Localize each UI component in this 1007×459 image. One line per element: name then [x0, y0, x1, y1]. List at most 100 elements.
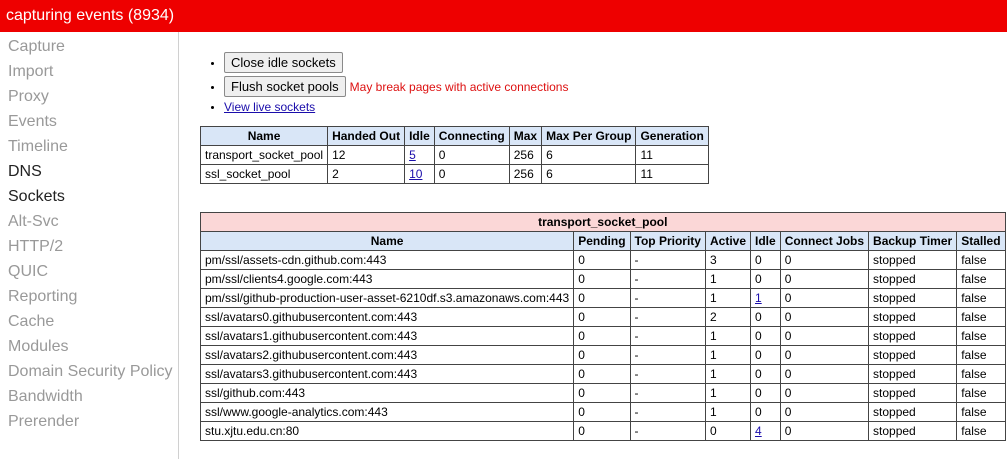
- sidebar-item-sockets[interactable]: Sockets: [0, 184, 178, 209]
- table-cell: ssl/avatars1.githubusercontent.com:443: [199, 326, 575, 346]
- table-cell: stopped: [868, 364, 958, 384]
- table-cell: stopped: [868, 307, 958, 327]
- table-cell: -: [629, 269, 706, 289]
- table-row: ssl/avatars3.githubusercontent.com:443 0-…: [199, 364, 1006, 384]
- table-row: pm/ssl/clients4.google.com:443 0-1 0 0 stopp…: [199, 269, 1006, 289]
- sidebar-item-prerender[interactable]: Prerender: [0, 409, 178, 434]
- table-cell: false: [956, 383, 1006, 403]
- table-row: transport_socket_pool 12 5 0 256 6 11: [199, 145, 709, 165]
- sidebar-item-events[interactable]: Events: [0, 109, 178, 134]
- table-cell: 12: [327, 145, 406, 165]
- table-cell: -: [629, 250, 706, 270]
- table-cell: 0: [750, 345, 781, 365]
- column-header: Stalled: [956, 231, 1006, 251]
- table-cell: 0: [779, 421, 870, 441]
- table-cell: 0: [573, 402, 631, 422]
- table-cell: 0: [573, 250, 631, 270]
- column-header: Max: [508, 126, 543, 146]
- table-cell: 0: [433, 164, 510, 184]
- table-row: ssl/avatars1.githubusercontent.com:443 0-…: [199, 326, 1006, 346]
- table-cell: ssl/avatars3.githubusercontent.com:443: [199, 364, 575, 384]
- table-cell: ssl_socket_pool: [199, 164, 329, 184]
- column-header: Connecting: [433, 126, 510, 146]
- table-cell: false: [956, 269, 1006, 289]
- idle-sockets-link[interactable]: 10: [409, 167, 422, 181]
- sidebar-item-import[interactable]: Import: [0, 59, 178, 84]
- table-row: ssl/github.com:443 0-1 0 0 stopped false: [199, 383, 1006, 403]
- column-header: Handed Out: [327, 126, 406, 146]
- sidebar-tabs: Capture Import Proxy Events Timeline DNS Socke…: [0, 32, 178, 434]
- sidebar-item-dns[interactable]: DNS: [0, 159, 178, 184]
- table-cell: stopped: [868, 250, 958, 270]
- table-cell: pm/ssl/clients4.google.com:443: [199, 269, 575, 289]
- table-cell: -: [629, 364, 706, 384]
- list-item: Close idle sockets: [224, 52, 568, 73]
- sidebar-item-domain-security-policy[interactable]: Domain Security Policy: [0, 359, 178, 384]
- table-cell: 6: [541, 145, 637, 165]
- sidebar: Capture Import Proxy Events Timeline DNS Socke…: [0, 32, 179, 459]
- close-idle-sockets-button[interactable]: Close idle sockets: [224, 52, 343, 73]
- table-cell: 3: [704, 250, 752, 270]
- actions-list: Close idle sockets Flush socket poolsMay…: [224, 52, 568, 117]
- sidebar-item-quic[interactable]: QUIC: [0, 259, 178, 284]
- table-row: ssl/www.google-analytics.com:443 0-1 0 0 sto…: [199, 402, 1006, 422]
- table-cell: -: [629, 421, 706, 441]
- sidebar-item-http-2[interactable]: HTTP/2: [0, 234, 178, 259]
- table-cell: stu.xjtu.edu.cn:80: [199, 421, 575, 441]
- sidebar-item-alt-svc[interactable]: Alt-Svc: [0, 209, 178, 234]
- table-cell: 0: [750, 269, 781, 289]
- table-cell: transport_socket_pool: [199, 145, 329, 165]
- column-header: Name: [199, 231, 575, 251]
- sidebar-item-proxy[interactable]: Proxy: [0, 84, 178, 109]
- table-cell: 0: [750, 383, 781, 403]
- table-cell: 0: [779, 288, 870, 308]
- column-header: Generation: [635, 126, 709, 146]
- table-cell: -: [629, 383, 706, 403]
- sidebar-item-modules[interactable]: Modules: [0, 334, 178, 359]
- table-cell: stopped: [868, 326, 958, 346]
- table-cell: 0: [573, 307, 631, 327]
- view-live-sockets-link[interactable]: View live sockets: [224, 100, 315, 114]
- table-cell: stopped: [868, 345, 958, 365]
- sidebar-item-capture[interactable]: Capture: [0, 34, 178, 59]
- table-cell: 1: [704, 364, 752, 384]
- table-cell: 256: [508, 145, 543, 165]
- table-cell: pm/ssl/github-production-user-asset-6210…: [199, 288, 575, 308]
- table-cell: -: [629, 345, 706, 365]
- column-header: Name: [199, 126, 329, 146]
- sidebar-item-timeline[interactable]: Timeline: [0, 134, 178, 159]
- idle-sockets-link[interactable]: 4: [755, 424, 762, 438]
- table-cell: 0: [750, 364, 781, 384]
- table-cell: stopped: [868, 288, 958, 308]
- table-cell: 0: [573, 345, 631, 365]
- sidebar-item-cache[interactable]: Cache: [0, 309, 178, 334]
- sidebar-item-bandwidth[interactable]: Bandwidth: [0, 384, 178, 409]
- column-header: Active: [704, 231, 752, 251]
- table-cell: 1: [704, 383, 752, 403]
- table-row: pm/ssl/assets-cdn.github.com:443 0-3 0 0 sto…: [199, 250, 1006, 270]
- idle-sockets-link[interactable]: 5: [409, 148, 416, 162]
- column-header: Connect Jobs: [779, 231, 870, 251]
- table-cell: -: [629, 326, 706, 346]
- table-cell: false: [956, 402, 1006, 422]
- table-cell: stopped: [868, 383, 958, 403]
- table-cell: 0: [779, 269, 870, 289]
- list-item: Flush socket poolsMay break pages with a…: [224, 76, 568, 97]
- column-header: Pending: [573, 231, 631, 251]
- table-cell: pm/ssl/assets-cdn.github.com:443: [199, 250, 575, 270]
- flush-socket-pools-button[interactable]: Flush socket pools: [224, 76, 346, 97]
- column-header: Idle: [750, 231, 781, 251]
- table-cell: false: [956, 364, 1006, 384]
- title-bar: capturing events (8934): [0, 0, 1007, 32]
- sidebar-item-reporting[interactable]: Reporting: [0, 284, 178, 309]
- table-cell: 0: [779, 383, 870, 403]
- list-item: View live sockets: [224, 100, 568, 114]
- table-cell: 11: [635, 145, 709, 165]
- table-cell: 0: [573, 364, 631, 384]
- table-cell: 1: [704, 402, 752, 422]
- table-cell: 0: [750, 250, 781, 270]
- idle-sockets-link[interactable]: 1: [755, 291, 762, 305]
- table-cell: 0: [573, 288, 631, 308]
- table-cell: 0: [779, 364, 870, 384]
- table-cell: 0: [573, 326, 631, 346]
